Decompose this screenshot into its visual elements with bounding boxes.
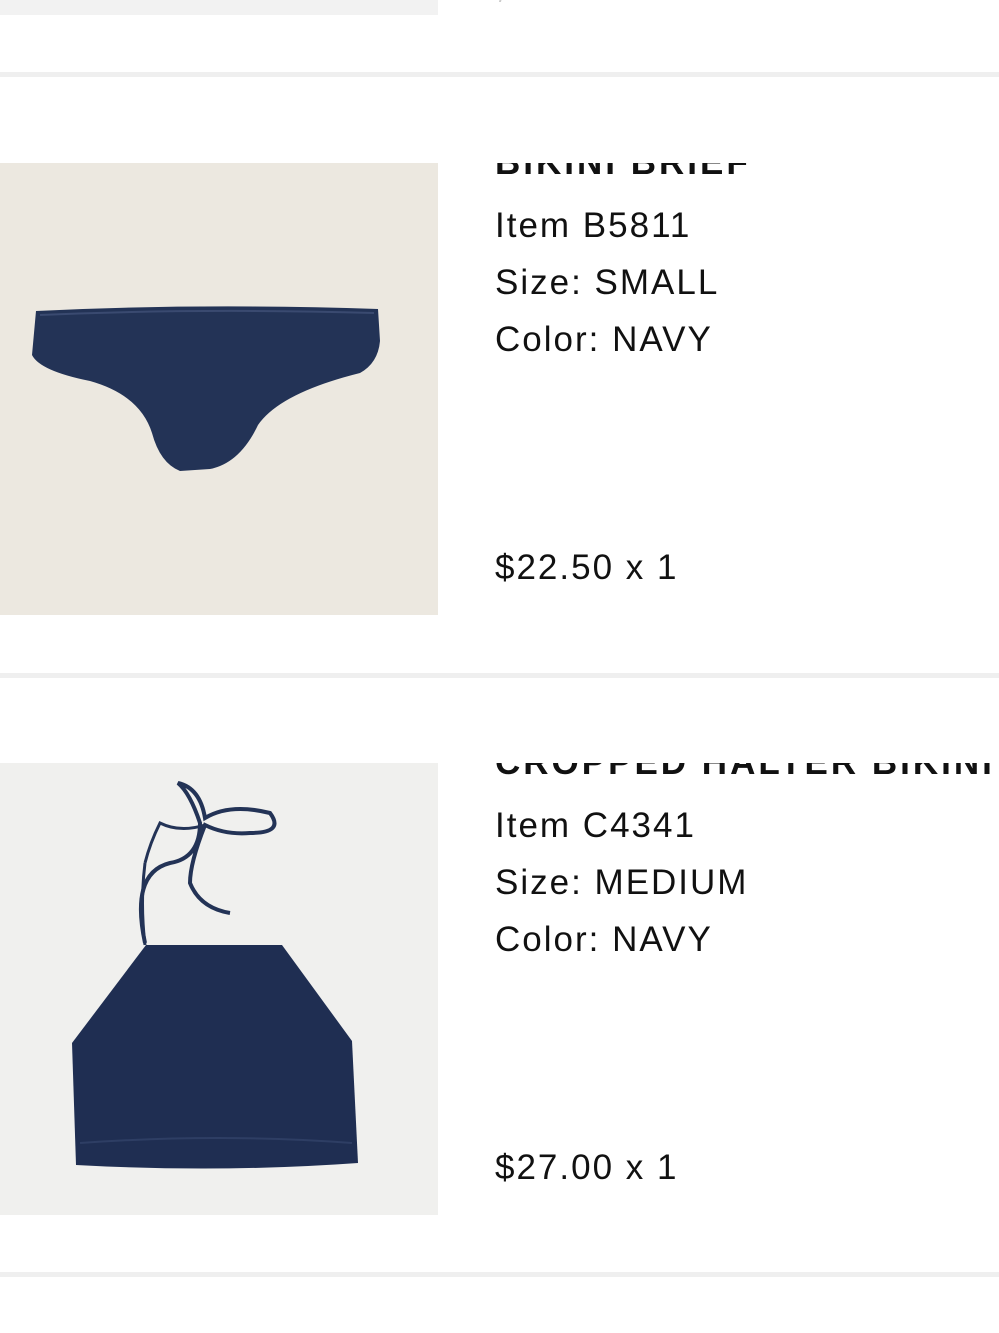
item-color: Color: NAVY bbox=[495, 920, 713, 959]
product-name[interactable]: CROPPED HALTER BIKINI TOP bbox=[495, 763, 999, 783]
previous-item-text-edge bbox=[498, 0, 508, 2]
product-thumbnail[interactable] bbox=[0, 763, 438, 1215]
bikini-brief-image bbox=[0, 163, 438, 615]
item-price-quantity: $22.50 x 1 bbox=[495, 548, 679, 587]
halter-bikini-top-image bbox=[0, 763, 438, 1215]
item-number: Item B5811 bbox=[495, 206, 692, 245]
item-divider bbox=[0, 673, 999, 678]
item-size: Size: MEDIUM bbox=[495, 863, 749, 902]
cart-item: BIKINI BRIEF Item B5811 Size: SMALL Colo… bbox=[0, 163, 999, 623]
item-divider bbox=[0, 1272, 999, 1277]
product-thumbnail[interactable] bbox=[0, 163, 438, 615]
item-divider bbox=[0, 72, 999, 77]
item-details: CROPPED HALTER BIKINI TOP Item C4341 Siz… bbox=[495, 763, 999, 968]
previous-item-image-edge bbox=[0, 0, 438, 15]
product-name[interactable]: BIKINI BRIEF bbox=[495, 163, 999, 183]
item-number: Item C4341 bbox=[495, 806, 696, 845]
item-size: Size: SMALL bbox=[495, 263, 720, 302]
item-details: BIKINI BRIEF Item B5811 Size: SMALL Colo… bbox=[495, 163, 999, 368]
item-price-quantity: $27.00 x 1 bbox=[495, 1148, 679, 1187]
item-color: Color: NAVY bbox=[495, 320, 713, 359]
cart-item: CROPPED HALTER BIKINI TOP Item C4341 Siz… bbox=[0, 763, 999, 1223]
